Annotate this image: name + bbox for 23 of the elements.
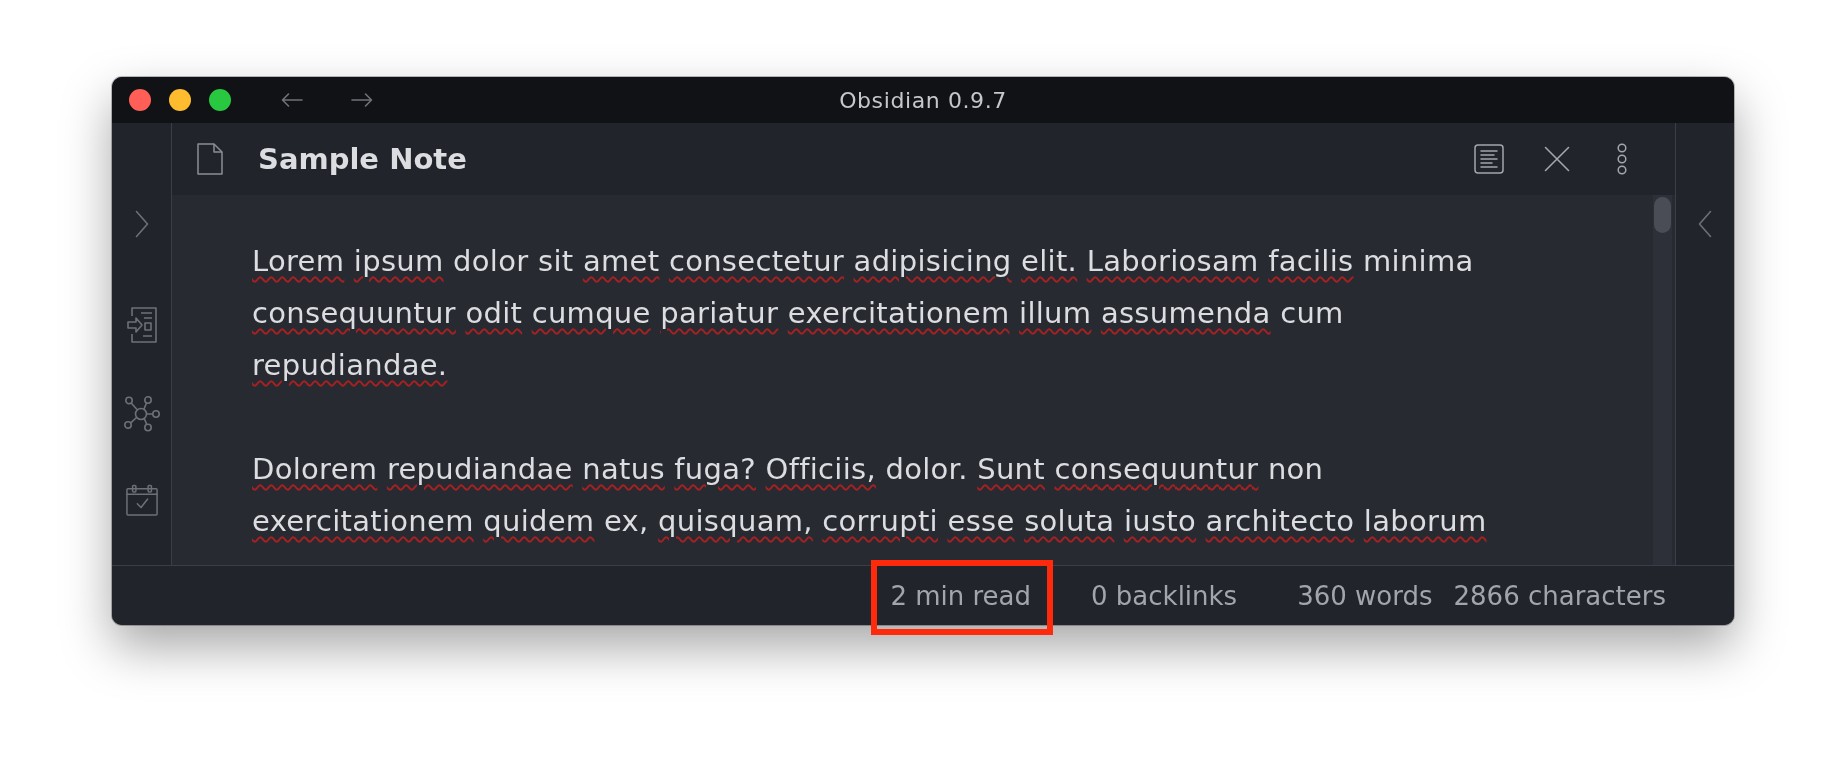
paragraph: Dolorem repudiandae natus fuga? Officiis, dolor. Sunt consequuntur non exercitationem quidem ex, quisquam, corrupti esse soluta iusto architecto laborum	[252, 451, 1488, 540]
back-arrow-icon[interactable]	[281, 93, 303, 107]
window-close-button[interactable]	[129, 89, 151, 111]
status-text: 2866 characters	[1453, 580, 1666, 611]
status-text: 360 words	[1297, 580, 1433, 611]
document-arrow-icon[interactable]	[126, 307, 157, 343]
reading-view-icon[interactable]	[1474, 144, 1504, 174]
more-options-icon[interactable]	[1615, 143, 1629, 175]
file-icon	[197, 143, 223, 175]
graph-icon[interactable]	[123, 396, 160, 432]
note-title: Sample Note	[258, 142, 467, 176]
status-text: 0 backlinks	[1091, 580, 1238, 611]
forward-arrow-icon[interactable]	[351, 93, 373, 107]
window-zoom-button[interactable]	[209, 89, 231, 111]
paragraph: Lorem ipsum dolor sit amet consectetur adipisicing elit. Laboriosam facilis minima consequuntur odit cumque pariatur exercitationem illum assumenda cum repudiandae.	[252, 243, 1475, 384]
window-title: Obsidian 0.9.7	[839, 87, 1007, 113]
status-text: 2 min read	[890, 580, 1032, 611]
close-icon[interactable]	[1544, 146, 1570, 172]
chevron-right-icon[interactable]	[134, 210, 149, 238]
window-minimize-button[interactable]	[169, 89, 191, 111]
calendar-check-icon[interactable]	[125, 484, 158, 516]
scrollbar-thumb[interactable]	[1654, 197, 1671, 233]
chevron-left-icon[interactable]	[1698, 210, 1712, 238]
